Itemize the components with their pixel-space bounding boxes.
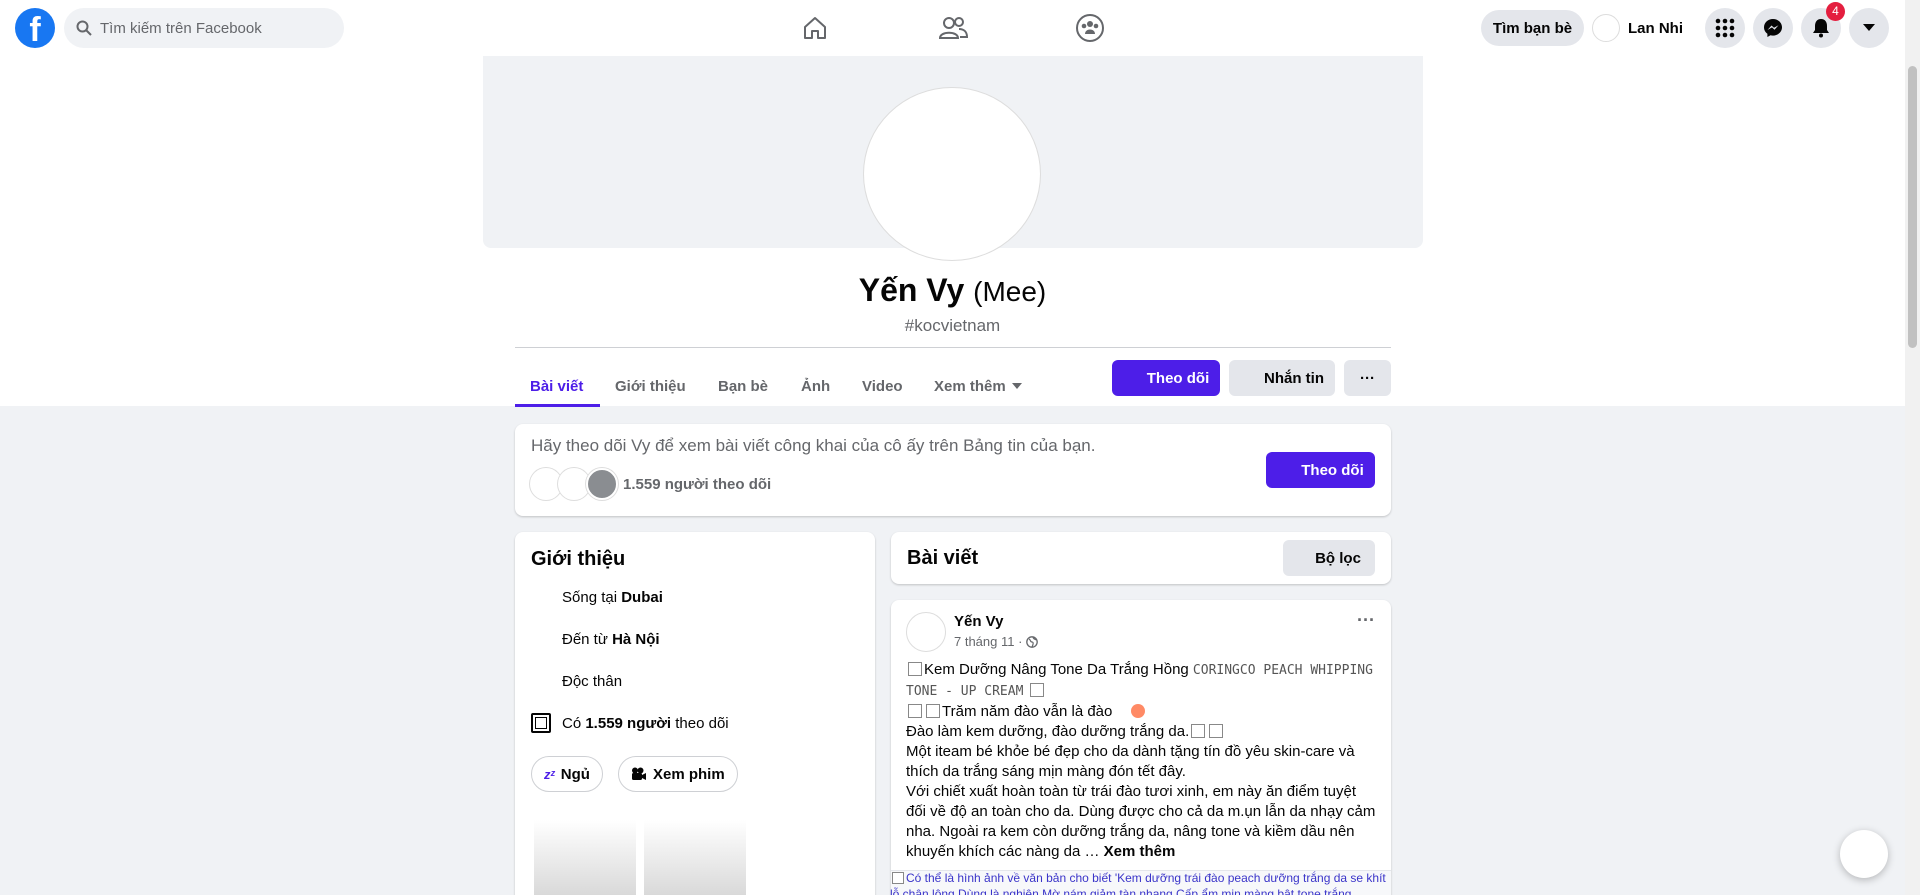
user-profile-chip[interactable]: Lan Nhi <box>1592 10 1683 46</box>
intro-from: Đến từ Hà Nội <box>562 631 660 648</box>
post-options-icon[interactable]: ··· <box>1357 610 1375 631</box>
messenger-icon[interactable] <box>1753 8 1793 48</box>
more-dots-icon: ··· <box>1360 369 1375 387</box>
follow-button-label: Theo dõi <box>1146 369 1210 387</box>
emoji-placeholder-icon <box>926 704 940 718</box>
follow-card-button-label: Theo dõi <box>1301 461 1364 479</box>
post-line-3: Đào làm kem dưỡng, đào dưỡng trắng da. <box>906 723 1190 740</box>
menu-grid-icon[interactable] <box>1705 8 1745 48</box>
tab-more[interactable]: Xem thêm <box>934 364 1022 408</box>
home-icon[interactable] <box>795 10 835 46</box>
filter-button[interactable]: Bộ lọc <box>1283 540 1375 576</box>
post-image-alt-text: Có thể là hình ảnh về văn bản cho biết '… <box>890 870 1390 895</box>
globe-icon <box>1026 635 1039 648</box>
emoji-placeholder-icon <box>908 704 922 718</box>
hobby-label: Xem phim <box>653 765 725 783</box>
emoji-placeholder-icon <box>908 662 922 676</box>
emoji-placeholder-icon <box>1191 724 1206 738</box>
friends-icon[interactable] <box>933 10 973 46</box>
user-name: Lan Nhi <box>1628 19 1683 37</box>
find-friends-button[interactable]: Tìm bạn bè <box>1481 10 1584 46</box>
posts-header-card: Bài viết Bộ lọc <box>891 532 1391 584</box>
profile-alternate-name: (Mee) <box>973 276 1047 307</box>
post-line: Với chiết xuất hoàn toàn từ trái đào tươ… <box>906 782 1376 862</box>
follow-button[interactable]: Theo dõi <box>1112 360 1220 396</box>
post-line: Trăm năm đào vẫn là đào <box>906 702 1376 722</box>
posts-title: Bài viết <box>907 547 979 569</box>
avatar <box>1592 14 1620 42</box>
lives-in-prefix: Sống tại <box>562 589 622 606</box>
tab-videos[interactable]: Video <box>862 364 903 408</box>
groups-icon[interactable] <box>1070 10 1110 46</box>
tab-photos[interactable]: Ảnh <box>801 364 830 408</box>
tab-friends[interactable]: Bạn bè <box>718 364 768 408</box>
post-date[interactable]: 7 tháng 11 · <box>954 634 1022 649</box>
avatar[interactable] <box>906 612 946 652</box>
emoji-placeholder-icon <box>1209 724 1224 738</box>
intro-followers: Có 1.559 người theo dõi <box>562 715 729 732</box>
profile-display-name: Yến Vy <box>858 272 965 308</box>
featured-photo[interactable] <box>534 820 636 895</box>
scrollbar-thumb[interactable] <box>1908 66 1917 348</box>
header-divider <box>515 347 1391 348</box>
peach-emoji-icon <box>1130 704 1145 718</box>
active-tab-indicator <box>515 404 600 407</box>
intro-lives-in: Sống tại Dubai <box>562 589 663 606</box>
emoji-placeholder-icon <box>1029 683 1044 697</box>
intro-relationship: Độc thân <box>562 673 623 690</box>
follower-avatar[interactable] <box>586 468 618 500</box>
from-city[interactable]: Hà Nội <box>612 631 660 648</box>
notifications-bell-icon[interactable]: 4 <box>1801 2 1845 48</box>
post-line: Một iteam bé khỏe bé đẹp cho da dành tặn… <box>906 743 1355 780</box>
tab-more-label: Xem thêm <box>934 377 1006 395</box>
search-input[interactable] <box>100 19 320 37</box>
new-message-floating-button[interactable] <box>1840 830 1888 878</box>
profile-picture[interactable] <box>864 88 1040 260</box>
followers-suffix: theo dõi <box>671 715 729 732</box>
search-icon <box>76 20 92 36</box>
lives-in-city[interactable]: Dubai <box>621 589 663 606</box>
post-line: Đào làm kem dưỡng, đào dưỡng trắng da. <box>906 722 1376 742</box>
notification-count-badge: 4 <box>1826 2 1845 21</box>
caret-down-icon <box>1011 383 1022 389</box>
post-line-1a: Kem Dưỡng Nâng Tone Da Trắng Hồng <box>924 661 1193 678</box>
broken-image-icon <box>892 872 904 884</box>
follow-prompt-card: Hãy theo dõi Vy để xem bài viết công kha… <box>515 424 1391 516</box>
intro-title: Giới thiệu <box>531 548 626 570</box>
image-alt-caption: Có thể là hình ảnh về văn bản cho biết '… <box>890 871 1386 895</box>
from-prefix: Đến từ <box>562 631 613 648</box>
facebook-logo-icon[interactable]: f <box>15 8 55 48</box>
sleep-zzz-icon: zᶻ <box>544 766 555 782</box>
page-scrollbar[interactable] <box>1905 0 1920 895</box>
search-box[interactable] <box>64 8 344 48</box>
post-author[interactable]: Yến Vy <box>954 613 1003 630</box>
movie-camera-icon <box>632 767 646 780</box>
follow-prompt-text: Hãy theo dõi Vy để xem bài viết công kha… <box>531 436 1096 455</box>
tab-about[interactable]: Giới thiệu <box>615 364 686 408</box>
follower-count[interactable]: 1.559 người theo dõi <box>623 476 771 493</box>
top-navigation-bar: f Tìm bạn bè Lan Nhi 4 <box>0 0 1905 56</box>
featured-photo[interactable] <box>644 820 746 895</box>
post-meta: 7 tháng 11 · <box>954 634 1039 649</box>
hobby-label: Ngủ <box>560 765 590 783</box>
follow-card-button[interactable]: Theo dõi <box>1266 452 1375 488</box>
hobby-chip-movies[interactable]: Xem phim <box>618 756 738 792</box>
filter-button-label: Bộ lọc <box>1315 549 1361 567</box>
profile-name: Yến Vy (Mee) <box>0 272 1905 309</box>
hobby-chip-sleep[interactable]: zᶻ Ngủ <box>531 756 603 792</box>
followers-icon <box>531 713 551 733</box>
account-dropdown-icon[interactable] <box>1849 8 1889 48</box>
post-line-2: Trăm năm đào vẫn là đào <box>942 703 1113 720</box>
profile-tagline: #kocvietnam <box>904 316 1001 335</box>
see-more-link[interactable]: Xem thêm <box>1104 843 1176 860</box>
tab-posts[interactable]: Bài viết <box>530 364 583 408</box>
message-button[interactable]: Nhắn tin <box>1229 360 1335 396</box>
message-button-label: Nhắn tin <box>1264 369 1324 387</box>
followers-count[interactable]: 1.559 người <box>585 715 671 732</box>
more-options-button[interactable]: ··· <box>1344 360 1391 396</box>
followers-prefix: Có <box>562 715 586 732</box>
post-line: Kem Dưỡng Nâng Tone Da Trắng Hồng CORING… <box>906 660 1376 702</box>
post-body: Kem Dưỡng Nâng Tone Da Trắng Hồng CORING… <box>906 660 1376 862</box>
